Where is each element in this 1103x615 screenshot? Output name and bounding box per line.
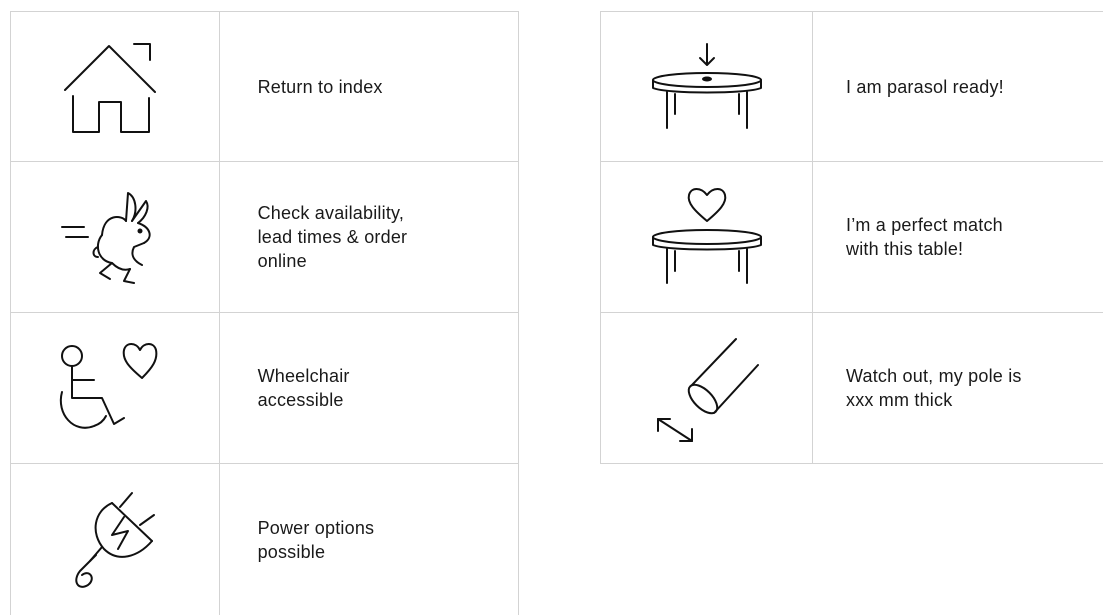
house-icon	[63, 42, 156, 133]
feature-row-parasol-ready[interactable]: I am parasol ready!	[600, 11, 1103, 161]
running-rabbit-icon	[60, 192, 151, 284]
icon-cell	[11, 12, 220, 161]
feature-label: Watch out, my pole is xxx mm thick	[846, 366, 1022, 410]
feature-label: Power options possible	[257, 517, 375, 562]
power-plug-icon	[75, 491, 155, 588]
feature-label: Check availability, lead times & order o…	[257, 203, 408, 271]
icon-cell	[11, 464, 220, 615]
parasol-table-icon	[651, 42, 762, 129]
icon-cell	[601, 12, 813, 161]
wheelchair-heart-icon	[59, 343, 158, 429]
table-heart-icon	[651, 188, 762, 284]
feature-label: I’m a perfect match with this table!	[846, 215, 1003, 259]
right-feature-grid: I am parasol ready! I’m a perfect match …	[600, 11, 1103, 464]
feature-row-check-availability[interactable]: Check availability, lead times & order o…	[10, 161, 519, 312]
icon-cell	[601, 313, 813, 463]
feature-row-wheelchair-accessible[interactable]: Wheelchair accessible	[10, 312, 519, 463]
icon-cell	[11, 313, 220, 463]
icon-cell	[601, 162, 813, 312]
feature-row-perfect-match[interactable]: I’m a perfect match with this table!	[600, 161, 1103, 312]
feature-row-return-to-index[interactable]: Return to index	[10, 11, 519, 161]
feature-label: I am parasol ready!	[846, 76, 1004, 97]
left-feature-grid: Return to index Check availability, lead…	[10, 11, 519, 615]
icon-cell	[11, 162, 220, 312]
feature-label: Wheelchair accessible	[257, 366, 350, 410]
feature-row-pole-thickness[interactable]: Watch out, my pole is xxx mm thick	[600, 312, 1103, 464]
feature-row-power-options[interactable]: Power options possible	[10, 463, 519, 615]
pole-thickness-icon	[656, 338, 759, 442]
feature-label: Return to index	[257, 76, 383, 97]
